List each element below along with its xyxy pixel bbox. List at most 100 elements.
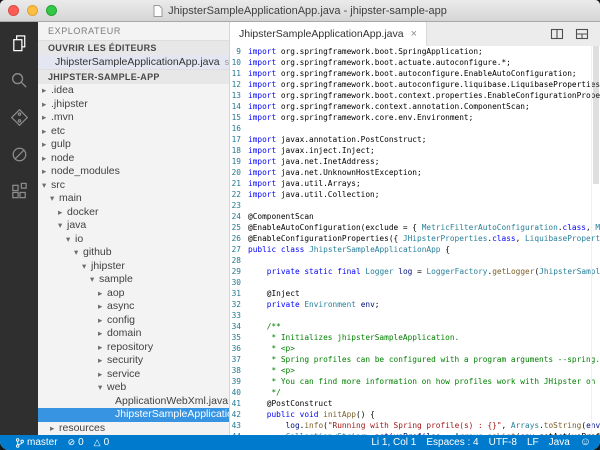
chevron-down-icon[interactable]: ▾ <box>74 246 83 260</box>
files-icon <box>10 34 29 53</box>
chevron-right-icon[interactable]: ▸ <box>42 84 51 98</box>
tree-item-label: src <box>51 179 65 191</box>
tree-item-folder[interactable]: ▾io <box>38 233 229 247</box>
cursor-position-status[interactable]: Li 1, Col 1 <box>371 437 416 448</box>
tree-item-folder[interactable]: ▸repository <box>38 341 229 355</box>
chevron-right-icon[interactable]: ▸ <box>98 341 107 355</box>
chevron-right-icon[interactable]: ▸ <box>42 165 51 179</box>
chevron-right-icon[interactable]: ▸ <box>98 368 107 382</box>
activity-extensions-button[interactable] <box>7 179 31 203</box>
activity-explorer-button[interactable] <box>7 31 31 55</box>
feedback-smiley-icon[interactable]: ☺ <box>580 437 591 448</box>
tree-item-label: service <box>107 368 140 380</box>
encoding-status[interactable]: UTF-8 <box>489 437 517 448</box>
tree-item-file[interactable]: ApplicationWebXml.java <box>38 395 229 409</box>
chevron-down-icon[interactable]: ▾ <box>58 219 67 233</box>
titlebar[interactable]: JhipsterSampleApplicationApp.java - jhip… <box>0 0 600 22</box>
tree-item-folder[interactable]: ▸.mvn <box>38 111 229 125</box>
chevron-right-icon[interactable]: ▸ <box>58 206 67 220</box>
tree-item-file[interactable]: JhipsterSampleApplicationApp.java <box>38 408 229 422</box>
chevron-right-icon[interactable]: ▸ <box>42 125 51 139</box>
tree-item-folder[interactable]: ▾sample <box>38 273 229 287</box>
tree-item-folder[interactable]: ▾github <box>38 246 229 260</box>
code-area[interactable]: 9import org.springframework.boot.SpringA… <box>230 46 600 435</box>
chevron-right-icon[interactable]: ▸ <box>42 152 51 166</box>
tab-jhipster-sample-application-app[interactable]: JhipsterSampleApplicationApp.java × <box>230 22 427 46</box>
code-line: 31 @Inject <box>230 288 600 299</box>
chevron-right-icon[interactable]: ▸ <box>98 327 107 341</box>
tree-item-folder[interactable]: ▾src <box>38 179 229 193</box>
chevron-down-icon[interactable]: ▾ <box>98 381 107 395</box>
code-line: 12import org.springframework.boot.autoco… <box>230 79 600 90</box>
activity-source-control-button[interactable] <box>7 105 31 129</box>
file-tree: ▸.idea▸.jhipster▸.mvn▸etc▸gulp▸node▸node… <box>38 84 229 435</box>
line-number: 26 <box>230 233 248 244</box>
code-line: 18import javax.inject.Inject; <box>230 145 600 156</box>
chevron-down-icon[interactable]: ▾ <box>50 192 59 206</box>
open-editor-item[interactable]: JhipsterSampleApplicationApp.javasrc/m… <box>38 55 229 69</box>
line-number: 37 <box>230 354 248 365</box>
chevron-right-icon[interactable]: ▸ <box>98 314 107 328</box>
chevron-down-icon[interactable]: ▾ <box>82 260 91 274</box>
scrollbar-thumb[interactable] <box>593 46 599 184</box>
line-number: 24 <box>230 211 248 222</box>
tree-item-folder[interactable]: ▸security <box>38 354 229 368</box>
tree-item-folder[interactable]: ▾java <box>38 219 229 233</box>
errors-status[interactable]: ⊘ 0 <box>68 437 84 448</box>
tree-item-folder[interactable]: ▸node_modules <box>38 165 229 179</box>
eol-status[interactable]: LF <box>527 437 539 448</box>
tree-item-folder[interactable]: ▸domain <box>38 327 229 341</box>
tree-item-folder[interactable]: ▸config <box>38 314 229 328</box>
editor-layout-icon[interactable] <box>575 27 589 41</box>
minimize-window-button[interactable] <box>27 5 38 16</box>
tree-item-folder[interactable]: ▸.idea <box>38 84 229 98</box>
chevron-right-icon[interactable]: ▸ <box>42 98 51 112</box>
split-editor-icon[interactable] <box>550 27 564 41</box>
zoom-window-button[interactable] <box>46 5 57 16</box>
tree-item-folder[interactable]: ▸docker <box>38 206 229 220</box>
indentation-status[interactable]: Espaces : 4 <box>426 437 478 448</box>
tree-item-folder[interactable]: ▸gulp <box>38 138 229 152</box>
tree-item-label: .jhipster <box>51 98 88 110</box>
tree-item-folder[interactable]: ▸service <box>38 368 229 382</box>
chevron-right-icon[interactable]: ▸ <box>50 422 59 436</box>
git-branch-status[interactable]: master <box>15 437 58 449</box>
line-number: 14 <box>230 101 248 112</box>
tree-item-folder[interactable]: ▸.jhipster <box>38 98 229 112</box>
line-number: 25 <box>230 222 248 233</box>
chevron-down-icon[interactable]: ▾ <box>42 179 51 193</box>
activity-debug-button[interactable] <box>7 142 31 166</box>
activity-search-button[interactable] <box>7 68 31 92</box>
tree-item-folder[interactable]: ▸async <box>38 300 229 314</box>
code-text <box>248 310 600 321</box>
tree-item-label: ApplicationWebXml.java <box>115 395 228 407</box>
editor-scrollbar[interactable] <box>591 46 600 435</box>
code-line: 36 * <p> <box>230 343 600 354</box>
code-line: 25@EnableAutoConfiguration(exclude = { M… <box>230 222 600 233</box>
line-number: 41 <box>230 398 248 409</box>
code-line: 11import org.springframework.boot.autoco… <box>230 68 600 79</box>
tree-item-folder[interactable]: ▾web <box>38 381 229 395</box>
code-text: import org.springframework.context.annot… <box>248 101 600 112</box>
tree-item-folder[interactable]: ▾jhipster <box>38 260 229 274</box>
chevron-right-icon[interactable]: ▸ <box>42 138 51 152</box>
project-section-header[interactable]: JHIPSTER-SAMPLE-APP <box>38 69 229 84</box>
chevron-right-icon[interactable]: ▸ <box>42 111 51 125</box>
chevron-down-icon[interactable]: ▾ <box>90 273 99 287</box>
chevron-right-icon[interactable]: ▸ <box>98 354 107 368</box>
tree-item-folder[interactable]: ▾main <box>38 192 229 206</box>
tree-item-folder[interactable]: ▸node <box>38 152 229 166</box>
code-text: * Spring profiles can be configured with… <box>248 354 600 365</box>
tree-item-folder[interactable]: ▸resources <box>38 422 229 436</box>
close-tab-icon[interactable]: × <box>411 28 417 40</box>
chevron-down-icon[interactable]: ▾ <box>66 233 75 247</box>
chevron-right-icon[interactable]: ▸ <box>98 300 107 314</box>
language-mode-status[interactable]: Java <box>549 437 570 448</box>
tree-item-folder[interactable]: ▸etc <box>38 125 229 139</box>
chevron-right-icon[interactable]: ▸ <box>98 287 107 301</box>
warnings-status[interactable]: △ 0 <box>94 437 109 448</box>
code-line: 30 <box>230 277 600 288</box>
tree-item-folder[interactable]: ▸aop <box>38 287 229 301</box>
open-editors-header[interactable]: OUVRIR LES ÉDITEURS <box>38 40 229 55</box>
close-window-button[interactable] <box>8 5 19 16</box>
